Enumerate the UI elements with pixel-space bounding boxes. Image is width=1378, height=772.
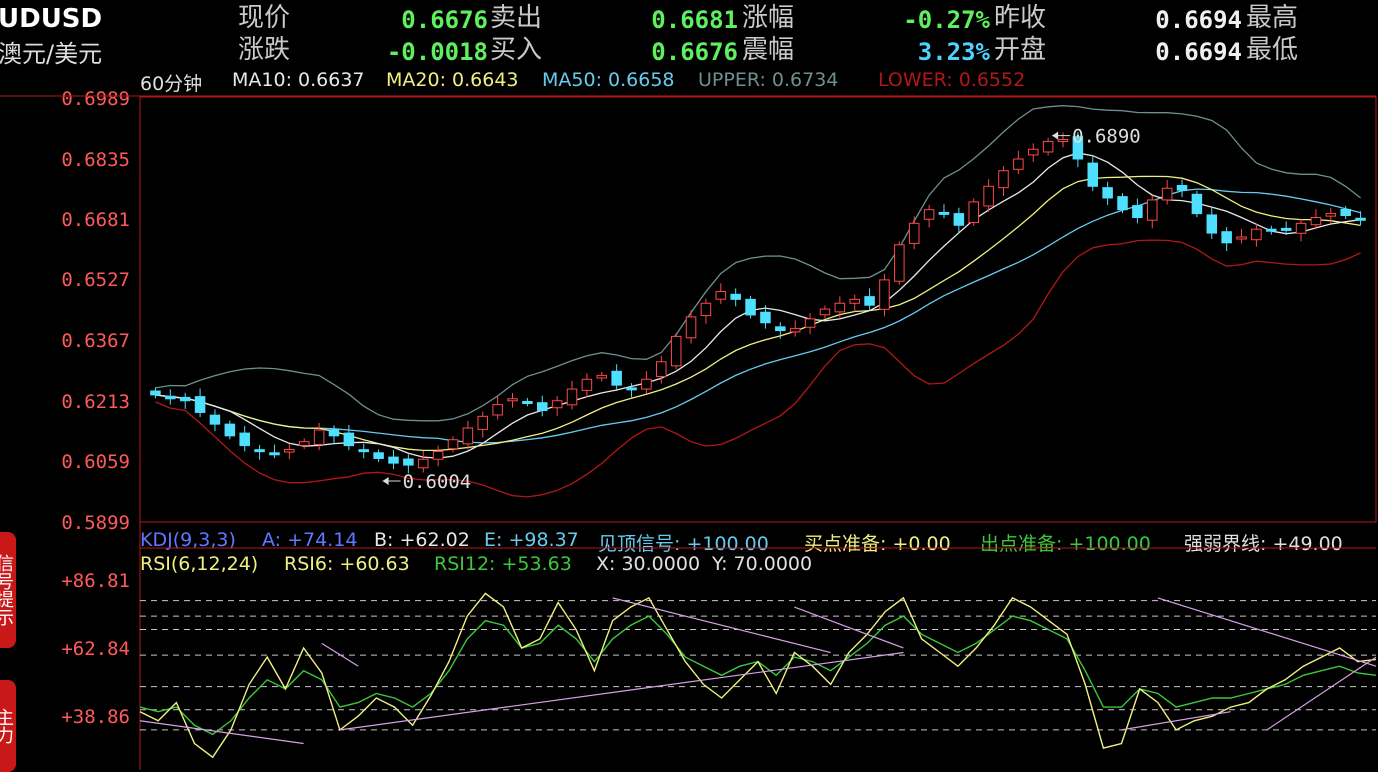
candle-body: [313, 429, 325, 445]
candle-body: [775, 326, 786, 332]
candle-body: [908, 222, 920, 244]
kline-chart[interactable]: 0.6890 0.6004: [0, 0, 1378, 770]
trend-line: [1157, 597, 1377, 667]
candle-body: [492, 404, 503, 416]
candle-body: [507, 398, 518, 402]
candle-body: [849, 298, 860, 304]
candle-body: [1147, 199, 1158, 221]
candle-body: [804, 318, 816, 328]
candle-body: [224, 423, 236, 437]
candle-body: [953, 213, 965, 226]
candle-body: [1027, 148, 1039, 156]
ma50-line: [155, 188, 1361, 444]
candle-body: [462, 427, 474, 445]
candle-body: [730, 293, 741, 300]
candle-body: [165, 395, 176, 400]
candle-body: [879, 279, 890, 310]
candle-body: [254, 449, 265, 453]
candle-body: [1310, 216, 1322, 226]
candle-body: [298, 441, 310, 446]
candle-body: [239, 432, 250, 447]
candle-body: [1206, 214, 1218, 234]
trend-line: [794, 606, 904, 649]
candle-body: [656, 361, 667, 378]
trend-line: [612, 597, 831, 654]
candle-body: [1102, 187, 1113, 199]
candle-body: [864, 296, 875, 306]
candle-body: [685, 316, 697, 339]
candle-body: [1355, 217, 1366, 221]
candle-body: [1266, 228, 1277, 232]
candle-body: [1191, 193, 1203, 215]
candle-body: [1280, 227, 1292, 231]
candle-body: [284, 448, 295, 453]
candle-body: [611, 370, 622, 386]
candle-body: [1132, 205, 1143, 218]
candle-body: [447, 439, 459, 450]
candle-body: [938, 211, 950, 215]
candle-body: [343, 432, 355, 447]
candle-body: [1087, 162, 1099, 187]
annotation-arrowhead: [1052, 131, 1059, 140]
candle-body: [1295, 222, 1307, 234]
candle-body: [1176, 185, 1188, 191]
rsi6-line: [139, 592, 1377, 759]
candle-body: [1251, 228, 1262, 241]
annotation-arrowhead: [382, 477, 389, 486]
candle-body: [1013, 158, 1024, 170]
candle-body: [209, 414, 221, 425]
candle-body: [789, 328, 801, 333]
candle-body: [566, 388, 578, 406]
candle-body: [715, 291, 727, 300]
candle-body: [641, 378, 652, 390]
candle-body: [477, 415, 489, 430]
candle-body: [537, 402, 548, 411]
candle-body: [432, 450, 444, 460]
lower-band-line: [155, 239, 1361, 498]
candle-body: [819, 308, 831, 316]
candle-body: [700, 302, 712, 317]
candle-body: [596, 374, 608, 379]
candle-body: [1117, 196, 1128, 211]
candle-body: [1057, 139, 1069, 142]
candle-body: [581, 378, 593, 391]
candle-body: [194, 396, 206, 413]
candle-body: [923, 209, 935, 220]
candle-body: [626, 387, 637, 391]
candle-body: [745, 298, 756, 316]
trend-line: [139, 720, 304, 745]
candle-body: [968, 201, 979, 224]
trend-line: [339, 651, 904, 731]
candle-body: [1161, 187, 1173, 201]
ma10-line: [155, 152, 1361, 459]
candle-body: [403, 458, 414, 466]
candle-body: [1042, 140, 1054, 153]
candle-body: [269, 452, 280, 456]
candle-body: [388, 456, 399, 464]
ma20-line: [155, 175, 1361, 452]
candle-body: [522, 401, 533, 405]
annotation-label: 0.6890: [1072, 126, 1141, 148]
candle-body: [358, 449, 369, 453]
annotation-label: 0.6004: [403, 471, 472, 493]
candle-body: [998, 170, 1009, 189]
candle-body: [150, 390, 161, 396]
candle-body: [1236, 236, 1247, 240]
upper-band-line: [155, 105, 1361, 422]
candle-body: [983, 185, 994, 207]
candle-body: [417, 458, 429, 469]
candle-body: [1325, 213, 1337, 217]
candle-body: [894, 244, 905, 282]
candle-body: [834, 302, 846, 313]
candle-body: [328, 429, 340, 437]
candle-body: [760, 311, 771, 324]
trend-line: [1121, 711, 1231, 731]
candle-body: [179, 396, 191, 402]
candle-body: [1221, 231, 1232, 244]
candle-body: [551, 400, 563, 409]
candle-body: [670, 335, 682, 367]
candle-body: [373, 452, 384, 459]
candle-body: [1340, 208, 1351, 217]
trend-line: [1266, 656, 1377, 731]
